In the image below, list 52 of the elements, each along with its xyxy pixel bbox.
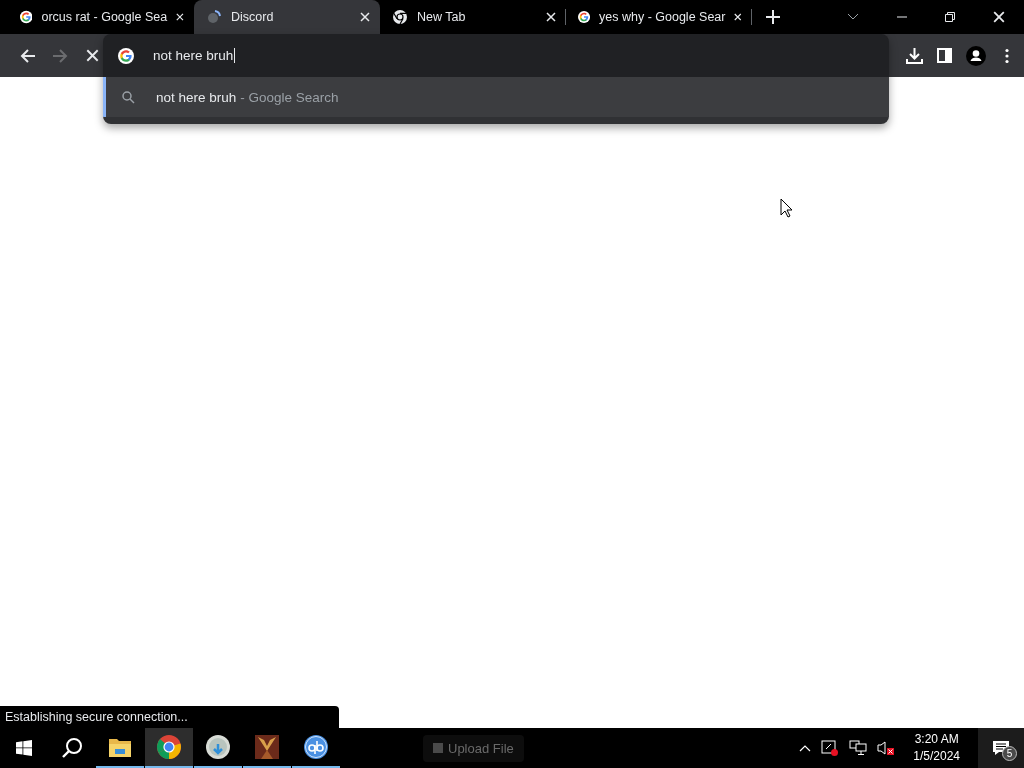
tray-app-icon[interactable]	[821, 739, 840, 757]
windows-icon	[16, 740, 32, 756]
upload-icon	[433, 743, 443, 753]
tab-close-icon[interactable]	[546, 12, 556, 22]
qb-icon	[303, 734, 329, 760]
address-bar[interactable]: not here bruh	[103, 34, 889, 77]
browser-tab[interactable]: New Tab	[380, 0, 566, 34]
google-icon	[578, 9, 591, 25]
chevron-up-icon[interactable]	[799, 744, 812, 752]
tab-close-icon[interactable]	[360, 12, 370, 22]
clock-date[interactable]: 1/5/2024	[913, 748, 960, 765]
network-icon[interactable]	[849, 740, 868, 756]
volume-muted-icon[interactable]	[877, 740, 896, 756]
suggestion-query: not here bruh	[156, 89, 237, 105]
browser-tab[interactable]: yes why - Google Sear	[566, 0, 752, 34]
taskbar-app[interactable]	[145, 728, 193, 768]
new-tab-icon[interactable]	[766, 10, 780, 24]
search-icon	[61, 737, 83, 759]
download-icon[interactable]	[906, 47, 923, 64]
side-panel-icon[interactable]	[937, 48, 952, 63]
notification-count: 5	[1002, 746, 1017, 761]
tab-title: Discord	[231, 10, 275, 24]
folder-icon	[108, 736, 132, 758]
browser-tab[interactable]: orcus rat - Google Sea	[8, 0, 194, 34]
action-center-button[interactable]: 5	[978, 728, 1024, 768]
suggestion-item[interactable]: not here bruh - Google Search	[103, 77, 889, 117]
disc-icon	[205, 734, 231, 760]
artwork-icon	[255, 735, 279, 759]
chrome-icon	[156, 734, 182, 760]
profile-icon[interactable]	[966, 45, 986, 66]
status-bubble: Establishing secure connection...	[0, 706, 339, 728]
tab-title: yes why - Google Sear	[599, 10, 726, 24]
tab-title: orcus rat - Google Sea	[41, 10, 168, 24]
clock-time[interactable]: 3:20 AM	[914, 731, 959, 748]
tab-close-icon[interactable]	[734, 12, 742, 22]
upload-file-button[interactable]: Upload File	[423, 734, 524, 762]
tab-close-icon[interactable]	[176, 12, 184, 22]
google-icon	[118, 47, 134, 64]
tab-title: New Tab	[417, 10, 467, 24]
chrome-icon	[392, 9, 408, 25]
google-icon	[20, 9, 33, 25]
browser-tab[interactable]: Discord	[194, 0, 380, 34]
loading-spinner-icon	[206, 9, 222, 25]
close-icon[interactable]	[993, 11, 1005, 23]
restore-icon[interactable]	[945, 12, 955, 22]
suggestion-suffix: - Google Search	[240, 89, 339, 105]
search-icon	[122, 90, 135, 104]
stop-icon[interactable]	[85, 49, 99, 62]
mouse-pointer-icon	[780, 198, 793, 218]
tab-search-icon[interactable]	[847, 13, 859, 21]
back-icon[interactable]	[20, 47, 36, 64]
address-text: not here bruh	[153, 48, 236, 63]
